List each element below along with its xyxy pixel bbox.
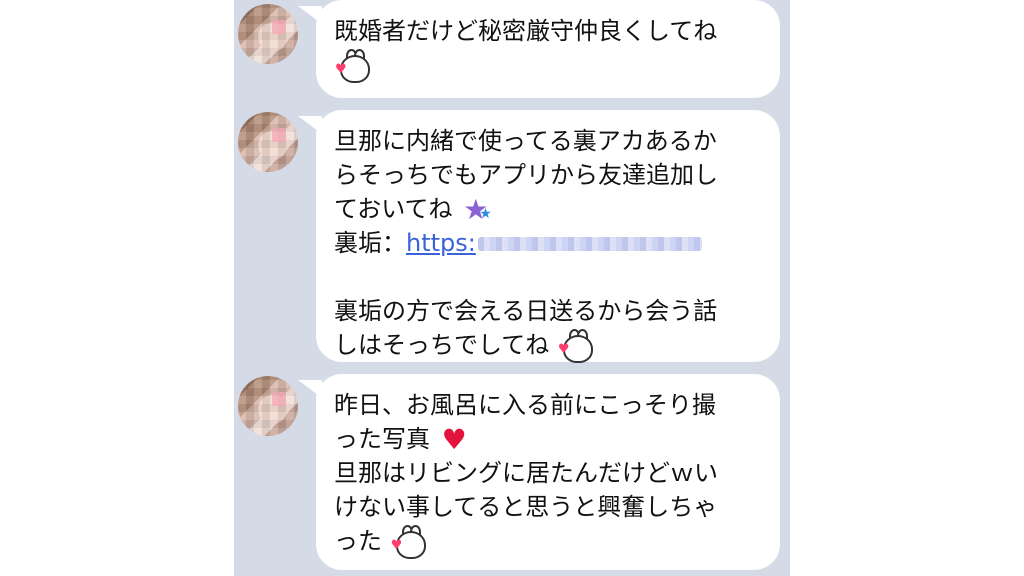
chat-panel: 既婚者だけど秘密厳守仲良くしてね ♥ 旦那に内緒で使ってる裏アカあるか らそっち… — [234, 0, 790, 576]
message-row-1: 既婚者だけど秘密厳守仲良くしてね ♥ — [234, 0, 790, 100]
avatar[interactable] — [238, 4, 298, 64]
message-bubble-2: 旦那に内緒で使ってる裏アカあるか らそっちでもアプリから友達追加し ておいてね … — [316, 110, 780, 363]
bunny-kiss-icon: ♥ — [335, 49, 370, 83]
message-text: った — [334, 527, 382, 555]
bunny-kiss-icon: ♥ — [558, 329, 593, 363]
message-row-2: 旦那に内緒で使ってる裏アカあるか らそっちでもアプリから友達追加し ておいてね … — [234, 110, 790, 364]
link-line: 裏垢：https: — [334, 226, 762, 260]
message-text-line: らそっちでもアプリから友達追加し — [334, 161, 718, 189]
message-text-line: った ♥ — [334, 524, 762, 559]
message-row-3: 昨日、お風呂に入る前にこっそり撮 った写真 ♥ 旦那はリビングに居たんだけどｗい… — [234, 374, 790, 576]
avatar[interactable] — [238, 376, 298, 436]
link-label: 裏垢： — [334, 229, 406, 257]
blurred-url — [477, 237, 702, 251]
message-text-line: 既婚者だけど秘密厳守仲良くしてね — [334, 17, 718, 45]
message-text-line: ておいてね ★ ★ — [334, 192, 762, 226]
message-bubble-3: 昨日、お風呂に入る前にこっそり撮 った写真 ♥ 旦那はリビングに居たんだけどｗい… — [316, 374, 780, 570]
message-text-line: 旦那に内緒で使ってる裏アカあるか — [334, 127, 717, 155]
message-text: ておいてね — [334, 195, 453, 223]
message-text-line: 旦那はリビングに居たんだけどｗい — [334, 459, 718, 487]
heart-icon: ♥ — [441, 423, 467, 456]
message-text: しはそっちでしてね — [334, 331, 550, 359]
message-bubble-1: 既婚者だけど秘密厳守仲良くしてね ♥ — [316, 0, 780, 98]
star-icon: ★ ★ — [463, 193, 492, 226]
avatar[interactable] — [238, 112, 298, 172]
message-text-line: 昨日、お風呂に入る前にこっそり撮 — [334, 391, 716, 419]
message-text-line: しはそっちでしてね ♥ — [334, 328, 762, 363]
message-text-line: けない事してると思うと興奮しちゃ — [334, 493, 718, 521]
message-text: った写真 — [334, 425, 430, 453]
url-link[interactable]: https: — [406, 229, 476, 257]
message-emoji-line: ♥ — [334, 48, 762, 83]
message-text-line: 裏垢の方で会える日送るから会う話 — [334, 297, 718, 325]
message-text-line: った写真 ♥ — [334, 422, 762, 456]
bunny-kiss-icon: ♥ — [391, 525, 426, 559]
